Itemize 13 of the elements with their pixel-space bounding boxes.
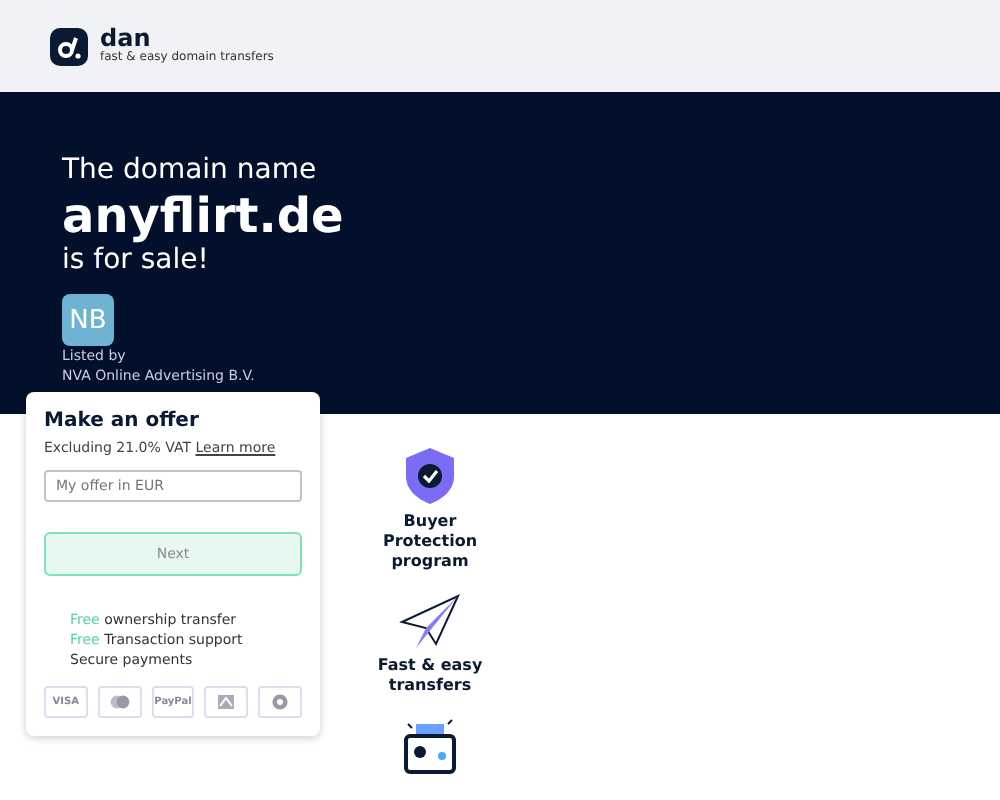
domain-name: anyflirt.de xyxy=(62,188,346,244)
hero-suffix: is for sale! xyxy=(62,244,211,278)
card-title: Make an offer xyxy=(44,410,201,432)
brand-name: dan xyxy=(100,26,153,51)
hero-intro: The domain name xyxy=(62,154,319,188)
paper-plane-icon xyxy=(396,588,464,652)
card-circles-icon xyxy=(109,694,130,710)
bank-icon xyxy=(216,694,237,710)
feature-title: Fast & easy transfers xyxy=(375,656,485,696)
feature-title: Buyer Protection program xyxy=(380,512,480,572)
logo-icon xyxy=(50,27,88,65)
seller-avatar: NB xyxy=(62,294,114,346)
coin-icon xyxy=(270,694,291,710)
